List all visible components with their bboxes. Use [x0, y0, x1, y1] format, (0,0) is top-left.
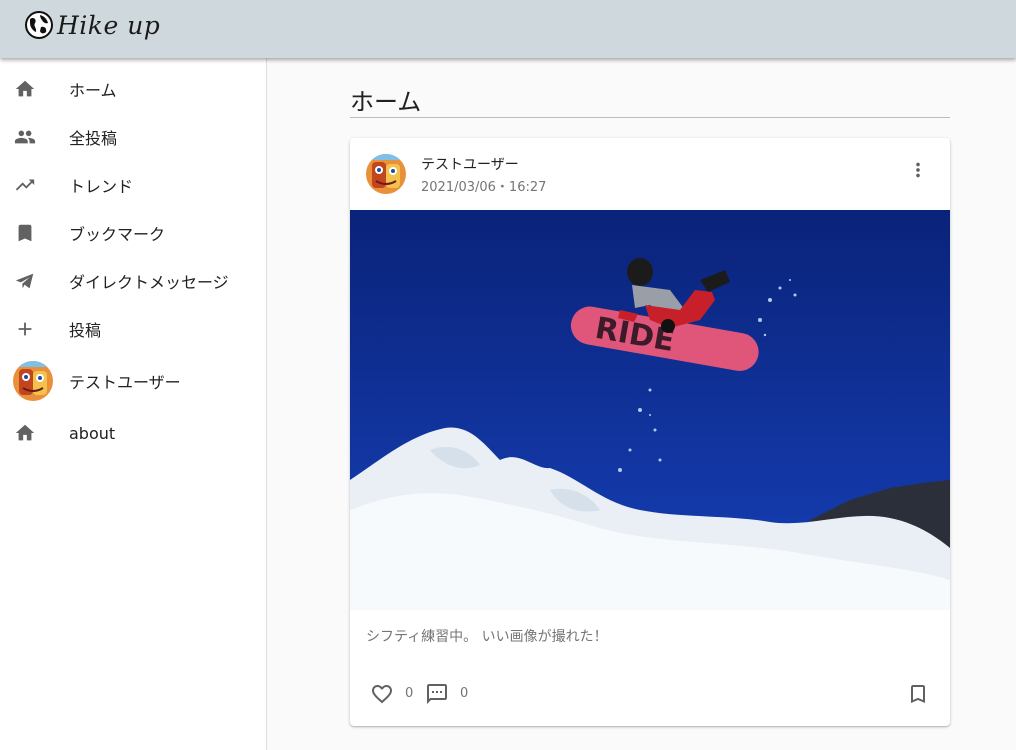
heart-outline-icon: [372, 685, 392, 704]
app-bar: Hike up: [0, 0, 1016, 58]
comment-icon: [427, 684, 447, 704]
bookmark-outline-icon: [911, 685, 925, 703]
like-count: 0: [405, 686, 414, 701]
sidebar-item-label: ブックマーク: [69, 225, 166, 244]
more-vert-icon: [916, 162, 920, 178]
brand-link[interactable]: Hike up: [24, 8, 160, 42]
sidebar-item-label: トレンド: [69, 177, 134, 196]
sidebar-item-label: about: [69, 423, 116, 443]
sidebar-item-label: 全投稿: [69, 129, 118, 148]
post-author-name[interactable]: テストユーザー: [421, 154, 519, 174]
bookmark-button[interactable]: [906, 680, 930, 708]
post-timestamp: 2021/03/06・16:27: [421, 180, 547, 195]
home-icon: [13, 421, 37, 445]
like-button[interactable]: [370, 680, 394, 708]
post-author-avatar[interactable]: [366, 154, 406, 194]
sidebar: ホーム 全投稿 トレンド ブックマーク ダイレクトメッセージ 投稿 テストユーザ…: [0, 58, 267, 750]
post-image[interactable]: RIDE: [350, 210, 950, 610]
sidebar-item-direct-message[interactable]: ダイレクトメッセージ: [0, 259, 266, 303]
comment-button[interactable]: [425, 680, 449, 708]
post-text: シフティ練習中。 いい画像が撮れた！: [366, 629, 608, 645]
title-divider: [350, 117, 950, 118]
home-icon: [13, 77, 37, 101]
sidebar-item-about[interactable]: about: [0, 411, 266, 455]
sidebar-item-label: テストユーザー: [69, 373, 181, 392]
comment-count: 0: [460, 686, 469, 701]
sidebar-item-new-post[interactable]: 投稿: [0, 307, 266, 351]
page-title: ホーム: [350, 88, 422, 116]
sidebar-item-bookmark[interactable]: ブックマーク: [0, 211, 266, 255]
globe-logo-icon: [25, 11, 53, 39]
sidebar-item-profile[interactable]: テストユーザー: [0, 359, 266, 403]
sidebar-item-home[interactable]: ホーム: [0, 67, 266, 111]
post-card: テストユーザー 2021/03/06・16:27 RIDE シフティ練習中。 い…: [350, 138, 950, 726]
more-options-button[interactable]: [906, 158, 930, 182]
sidebar-item-label: ホーム: [69, 81, 117, 100]
plus-icon: [13, 317, 37, 341]
send-icon: [13, 269, 37, 293]
sidebar-item-trend[interactable]: トレンド: [0, 163, 266, 207]
sidebar-item-label: 投稿: [69, 321, 102, 340]
brand-name: Hike up: [57, 10, 161, 40]
avatar: [13, 361, 53, 401]
sidebar-item-label: ダイレクトメッセージ: [69, 273, 229, 292]
people-icon: [13, 125, 37, 149]
trending-up-icon: [13, 173, 37, 197]
bookmark-icon: [13, 221, 37, 245]
sidebar-item-all-posts[interactable]: 全投稿: [0, 115, 266, 159]
